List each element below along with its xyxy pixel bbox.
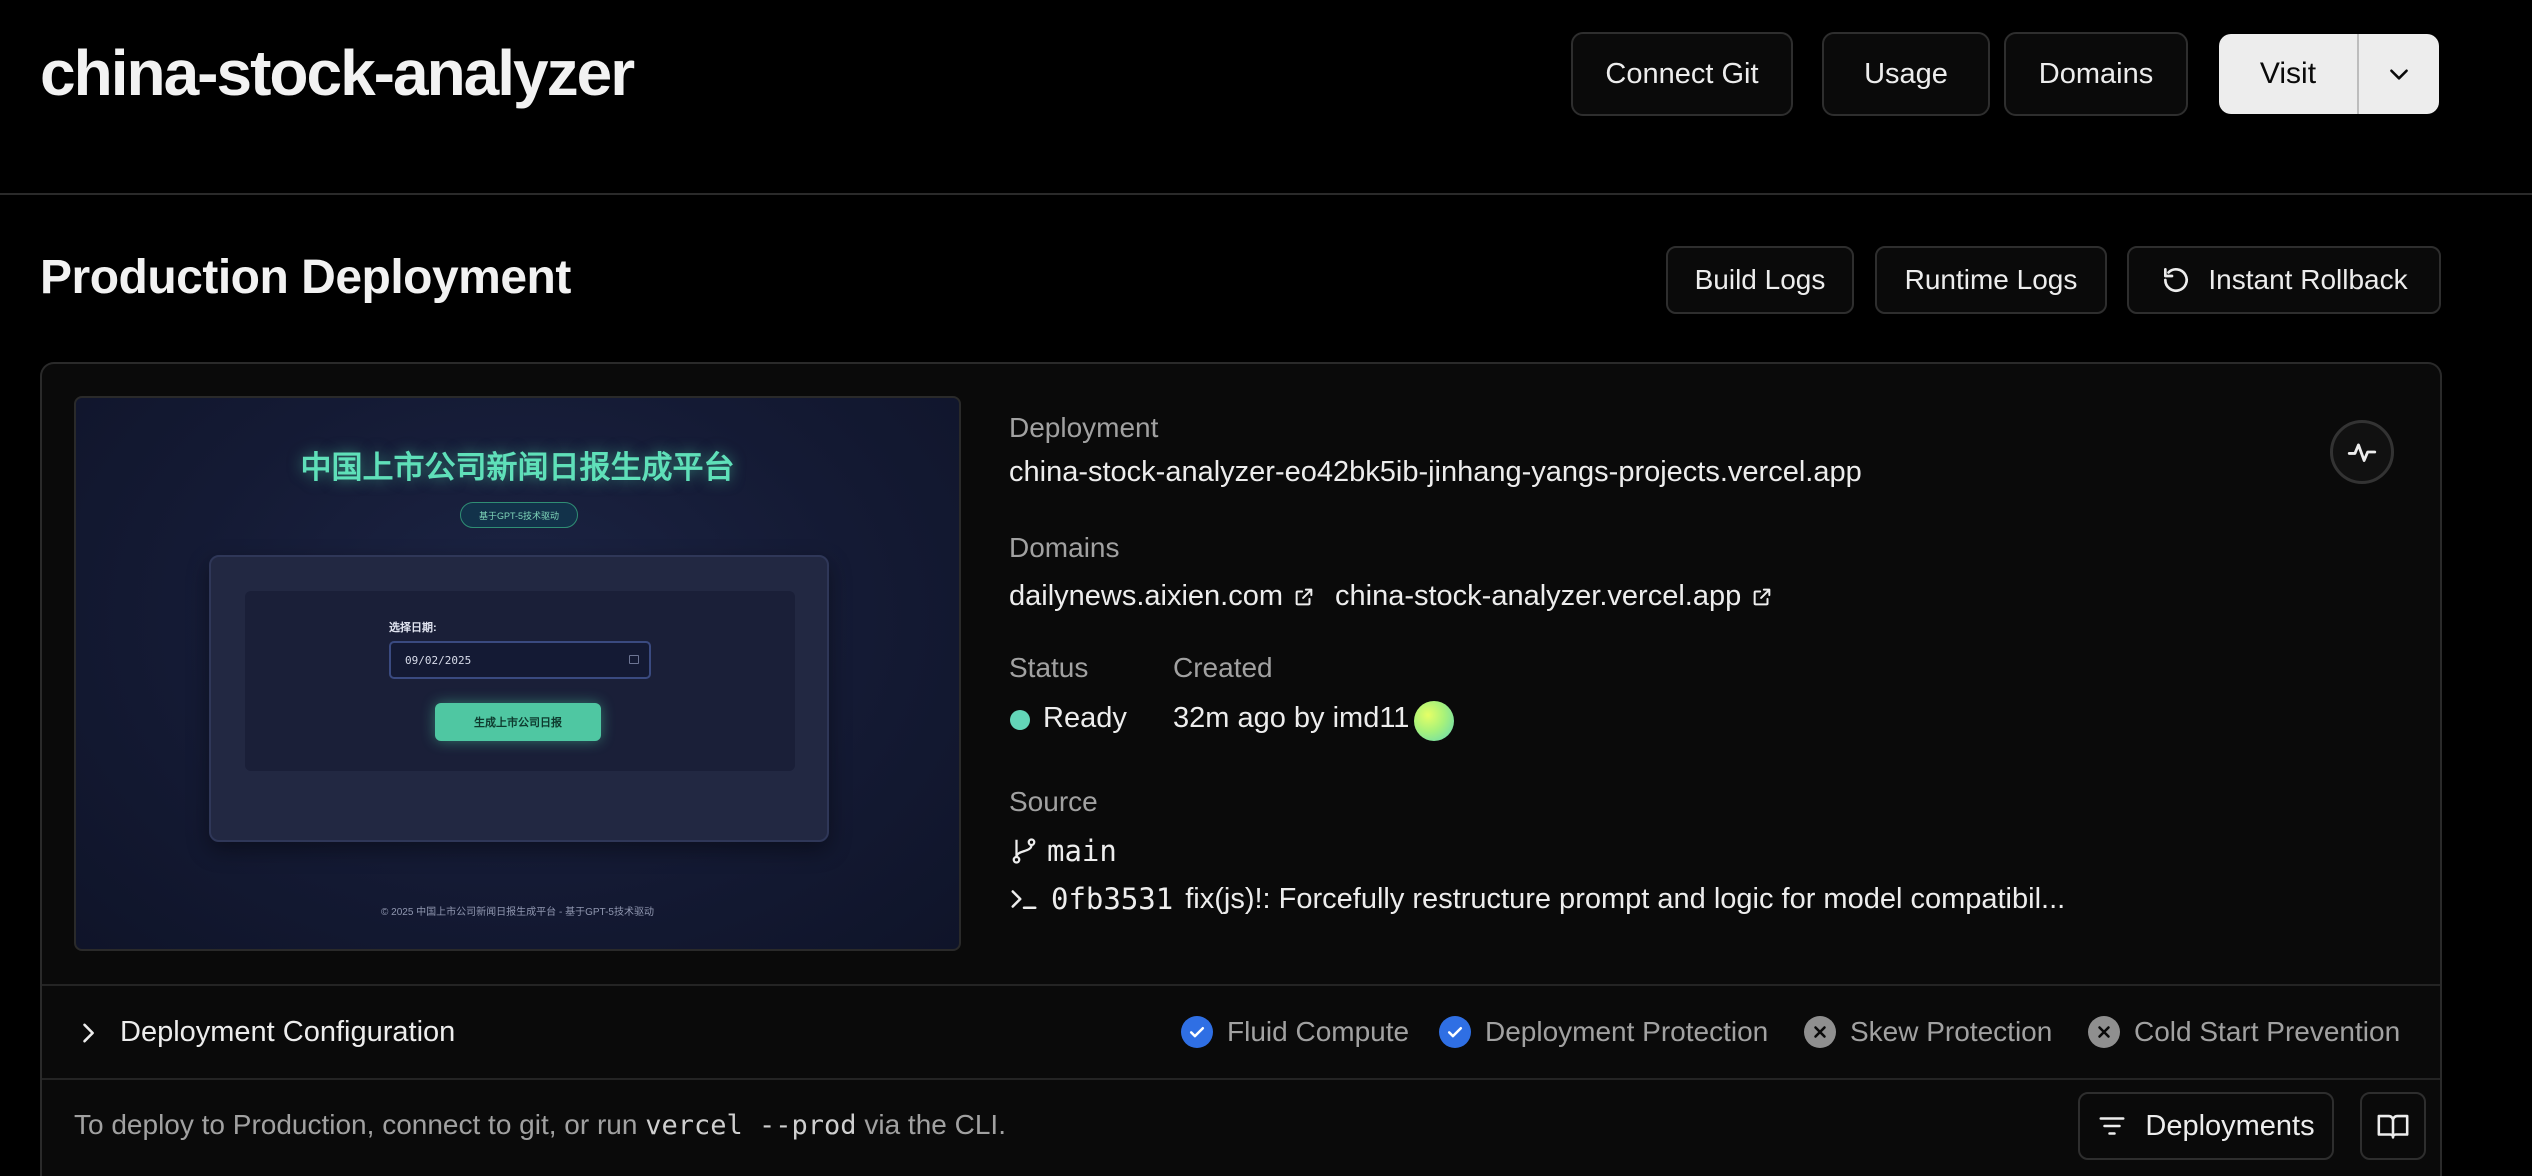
external-link-icon [1753,588,1771,605]
cli-hint-suffix: via the CLI. [856,1109,1006,1140]
top-header: china-stock-analyzer Connect Git Usage D… [0,0,2532,195]
build-logs-button[interactable]: Build Logs [1666,246,1854,314]
preview-date-label: 选择日期: [389,622,437,634]
check-circle-icon [1181,1016,1213,1048]
avatar[interactable] [1414,701,1454,741]
preview-form-inner: 选择日期: 09/02/2025 生成上市公司日报 [245,591,795,771]
deployment-configuration-row[interactable]: Deployment Configuration Fluid Compute D… [42,984,2440,1080]
preview-title: 中国上市公司新闻日报生成平台 [300,450,735,485]
deployment-preview[interactable]: 中国上市公司新闻日报生成平台 基于GPT-5技术驱动 选择日期: 09/02/2… [74,396,961,951]
instant-rollback-button[interactable]: Instant Rollback [2127,246,2441,314]
feature-label: Fluid Compute [1227,1016,1410,1047]
deployments-label: Deployments [2145,1109,2315,1142]
rollback-icon [2164,268,2189,292]
feature-fluid-compute: Fluid Compute [1181,1016,1409,1048]
feature-label: Skew Protection [1850,1016,2053,1047]
usage-button[interactable]: Usage [1822,32,1990,116]
section-title: Production Deployment [40,251,571,304]
preview-footer: © 2025 中国上市公司新闻日报生成平台 - 基于GPT-5技术驱动 [381,907,654,918]
connect-git-button[interactable]: Connect Git [1571,32,1793,116]
created-value: 32m ago by imd11 [1173,702,1410,734]
branch-name: main [1047,834,1117,868]
feature-label: Deployment Protection [1485,1016,1769,1047]
status-label: Status [1009,652,1089,683]
x-circle-icon [1804,1016,1836,1048]
source-commit[interactable]: 0fb3531 fix(js)!: Forcefully restructure… [1009,882,2065,916]
feature-skew-protection: Skew Protection [1804,1016,2052,1048]
activity-icon [2347,443,2377,462]
terminal-icon [1011,890,1037,909]
external-link-icon [1295,588,1313,605]
source-branch[interactable]: main [1009,834,1117,868]
domains-list: dailynews.aixien.com china-stock-analyze… [1009,580,1783,613]
runtime-logs-button[interactable]: Runtime Logs [1875,246,2107,314]
visit-button[interactable]: Visit [2219,34,2357,114]
preview-badge: 基于GPT-5技术驱动 [460,502,578,528]
status-value: Ready [1043,702,1127,734]
commit-message: fix(js)!: Forcefully restructure prompt … [1185,882,2066,915]
activity-button[interactable] [2330,420,2394,484]
feature-label: Cold Start Prevention [2134,1016,2401,1047]
x-circle-icon [2088,1016,2120,1048]
preview-form-card: 选择日期: 09/02/2025 生成上市公司日报 [209,555,829,842]
domain-link-primary[interactable]: dailynews.aixien.com [1009,580,1283,613]
preview-generate-button: 生成上市公司日报 [435,703,601,741]
feature-cold-start-prevention: Cold Start Prevention [2088,1016,2400,1048]
chevron-down-icon [2390,69,2408,80]
source-label: Source [1009,786,1098,817]
deployment-label: Deployment [1009,412,1159,443]
commit-hash: 0fb3531 [1051,882,1174,916]
cli-hint-prefix: To deploy to Production, connect to git,… [74,1109,646,1140]
domains-label: Domains [1009,532,1120,563]
created-label: Created [1173,652,1273,683]
deployment-configuration-title: Deployment Configuration [120,1016,456,1048]
domains-button[interactable]: Domains [2004,32,2188,116]
preview-date-value: 09/02/2025 [405,653,472,667]
cli-command: vercel --prod [645,1110,857,1141]
status-dot [1010,710,1030,730]
domain-link-vercel[interactable]: china-stock-analyzer.vercel.app [1335,580,1741,613]
cli-hint: To deploy to Production, connect to git,… [74,1109,1006,1141]
feature-deployment-protection: Deployment Protection [1439,1016,1768,1048]
visit-menu-button[interactable] [2359,34,2439,114]
visit-button-group: Visit [2219,34,2439,114]
deployments-button[interactable]: Deployments [2078,1092,2334,1160]
docs-button[interactable] [2360,1092,2426,1160]
project-title: china-stock-analyzer [40,37,635,109]
deployment-card: 中国上市公司新闻日报生成平台 基于GPT-5技术驱动 选择日期: 09/02/2… [40,362,2442,1176]
instant-rollback-label: Instant Rollback [2208,264,2408,295]
book-open-icon [2377,1114,2409,1139]
calendar-icon [629,655,639,664]
deployment-url[interactable]: china-stock-analyzer-eo42bk5ib-jinhang-y… [1009,456,1862,489]
check-circle-icon [1439,1016,1471,1048]
git-branch-icon [1012,838,1036,864]
preview-date-input: 09/02/2025 [389,641,651,679]
chevron-right-icon [83,1023,94,1043]
filter-lines-icon [2099,1117,2125,1135]
